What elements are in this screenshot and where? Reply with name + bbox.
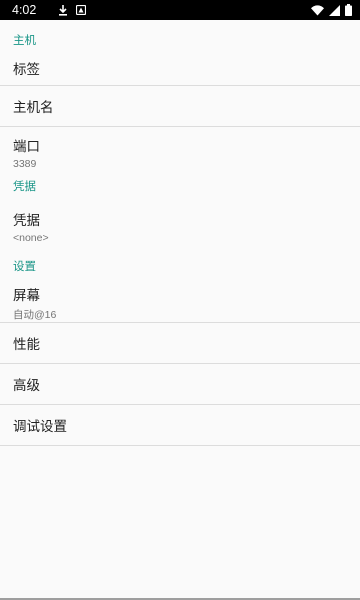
pref-title-label: 标签 [13,62,40,78]
pref-item-advanced[interactable]: 高级 [0,364,360,405]
download-icon [58,4,68,16]
pref-item-port[interactable]: 端口 3389 [0,127,360,178]
pref-title-port: 端口 [13,139,40,155]
section-header-host: 主机 [13,33,36,47]
pref-title-screen: 屏幕 [13,288,40,304]
battery-icon [345,4,352,16]
pref-title-hostname: 主机名 [13,100,54,116]
pref-item-debug[interactable]: 调试设置 [0,405,360,446]
status-bar: 4:02 [0,0,360,20]
app-notification-icon [76,5,87,15]
wifi-icon [311,4,324,16]
pref-title-advanced: 高级 [13,378,40,394]
pref-item-credentials[interactable]: 凭据 <none> [0,202,360,250]
pref-title-debug: 调试设置 [13,419,67,435]
status-time: 4:02 [12,3,37,17]
pref-summary-credentials: <none> [13,231,49,244]
pref-title-credentials: 凭据 [13,212,40,229]
pref-summary-port: 3389 [13,158,37,170]
pref-item-screen[interactable]: 屏幕 自动@16 [0,284,360,323]
cell-signal-icon [329,4,340,16]
pref-item-label[interactable]: 标签 [0,58,360,86]
section-header-credentials: 凭据 [13,179,36,193]
section-header-settings: 设置 [13,259,36,273]
pref-summary-screen: 自动@16 [13,309,57,321]
pref-title-performance: 性能 [13,337,40,353]
pref-item-hostname[interactable]: 主机名 [0,86,360,127]
pref-item-performance[interactable]: 性能 [0,323,360,364]
settings-list: 主机 标签 主机名 端口 3389 凭据 凭据 <none> 设置 屏幕 自动@… [0,20,360,446]
